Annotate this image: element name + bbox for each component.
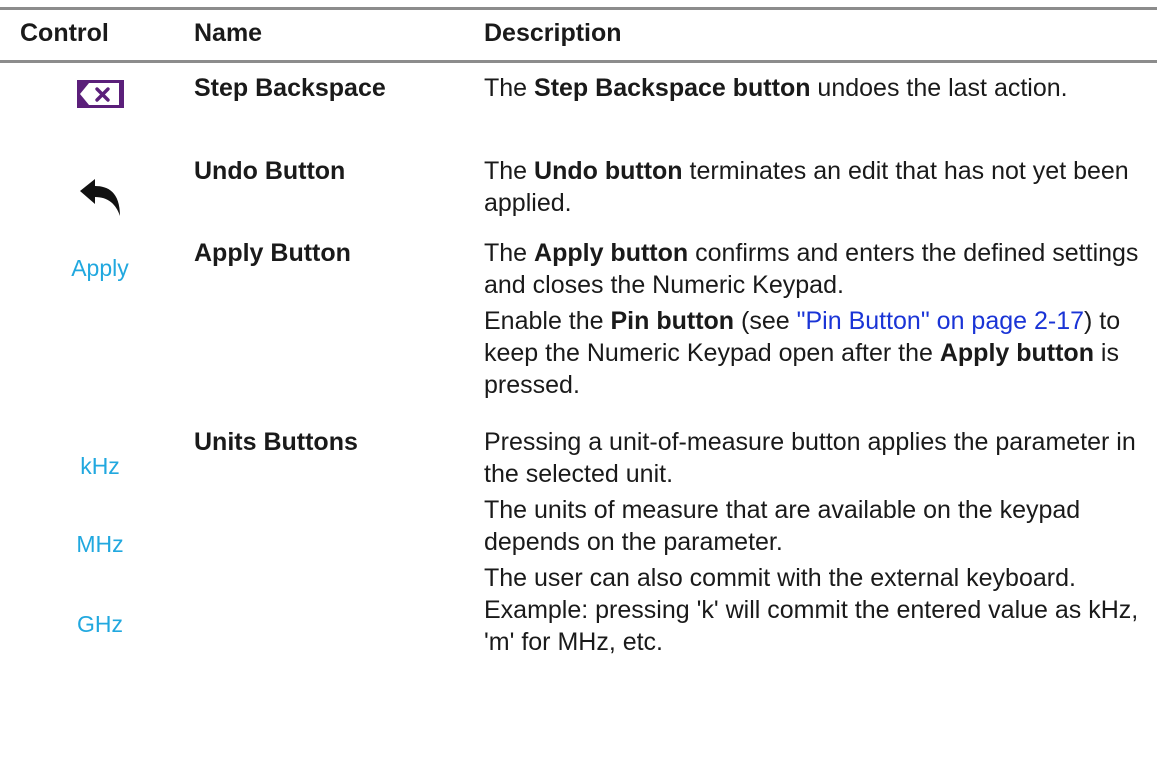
description-text: (see bbox=[734, 307, 797, 335]
row-name: Undo Button bbox=[194, 157, 346, 185]
undo-arrow-icon[interactable] bbox=[78, 178, 124, 218]
description-text: The bbox=[484, 157, 535, 185]
bold-term: Undo button bbox=[534, 157, 683, 185]
backspace-icon[interactable] bbox=[77, 80, 124, 108]
row-description: Pressing a unit-of-measure button applie… bbox=[484, 426, 1144, 658]
description-text: Enable the bbox=[484, 307, 611, 335]
ghz-button-image[interactable]: GHz bbox=[55, 610, 145, 638]
description-text: The bbox=[484, 74, 535, 102]
description-paragraph: The Step Backspace button undoes the las… bbox=[484, 72, 1144, 104]
table-top-rule bbox=[0, 7, 1157, 10]
mhz-button-image[interactable]: MHz bbox=[55, 530, 145, 558]
header-description: Description bbox=[484, 19, 622, 47]
header-control: Control bbox=[20, 19, 109, 47]
description-paragraph: The Apply button confirms and enters the… bbox=[484, 237, 1144, 301]
description-text: The bbox=[484, 239, 535, 267]
description-paragraph: The Undo button terminates an edit that … bbox=[484, 155, 1144, 219]
description-paragraph: Pressing a unit-of-measure button applie… bbox=[484, 426, 1144, 490]
table-row-units-buttons: kHz MHz GHz Units Buttons Pressing a uni… bbox=[0, 420, 1157, 680]
description-paragraph: The user can also commit with the extern… bbox=[484, 562, 1144, 658]
table-row-step-backspace: Step Backspace The Step Backspace button… bbox=[0, 68, 1157, 150]
bold-term: Apply button bbox=[939, 339, 1094, 367]
bold-term: Pin button bbox=[610, 307, 735, 335]
bold-term: Step Backspace button bbox=[534, 74, 811, 102]
khz-button-image[interactable]: kHz bbox=[55, 452, 145, 480]
row-name: Apply Button bbox=[194, 239, 351, 267]
cross-reference-link[interactable]: "Pin Button" on page 2-17 bbox=[797, 307, 1084, 335]
row-description: The Step Backspace button undoes the las… bbox=[484, 72, 1144, 104]
description-text: undoes the last action. bbox=[810, 74, 1068, 102]
description-text: The units of measure that are available … bbox=[484, 496, 1081, 556]
header-name: Name bbox=[194, 19, 263, 47]
description-text: The user can also commit with the extern… bbox=[484, 564, 1139, 656]
description-text: Pressing a unit-of-measure button applie… bbox=[484, 428, 1136, 488]
row-name: Step Backspace bbox=[194, 74, 386, 102]
table-row-undo-button: Undo Button The Undo button terminates a… bbox=[0, 150, 1157, 230]
row-name: Units Buttons bbox=[194, 428, 358, 456]
table-row-apply-button: Apply Apply Button The Apply button conf… bbox=[0, 230, 1157, 420]
bold-term: Apply button bbox=[534, 239, 689, 267]
row-description: The Apply button confirms and enters the… bbox=[484, 237, 1144, 401]
header-rule bbox=[0, 60, 1157, 63]
description-paragraph: The units of measure that are available … bbox=[484, 494, 1144, 558]
row-description: The Undo button terminates an edit that … bbox=[484, 155, 1144, 219]
description-paragraph: Enable the Pin button (see "Pin Button" … bbox=[484, 305, 1144, 401]
apply-button-image[interactable]: Apply bbox=[55, 254, 145, 282]
